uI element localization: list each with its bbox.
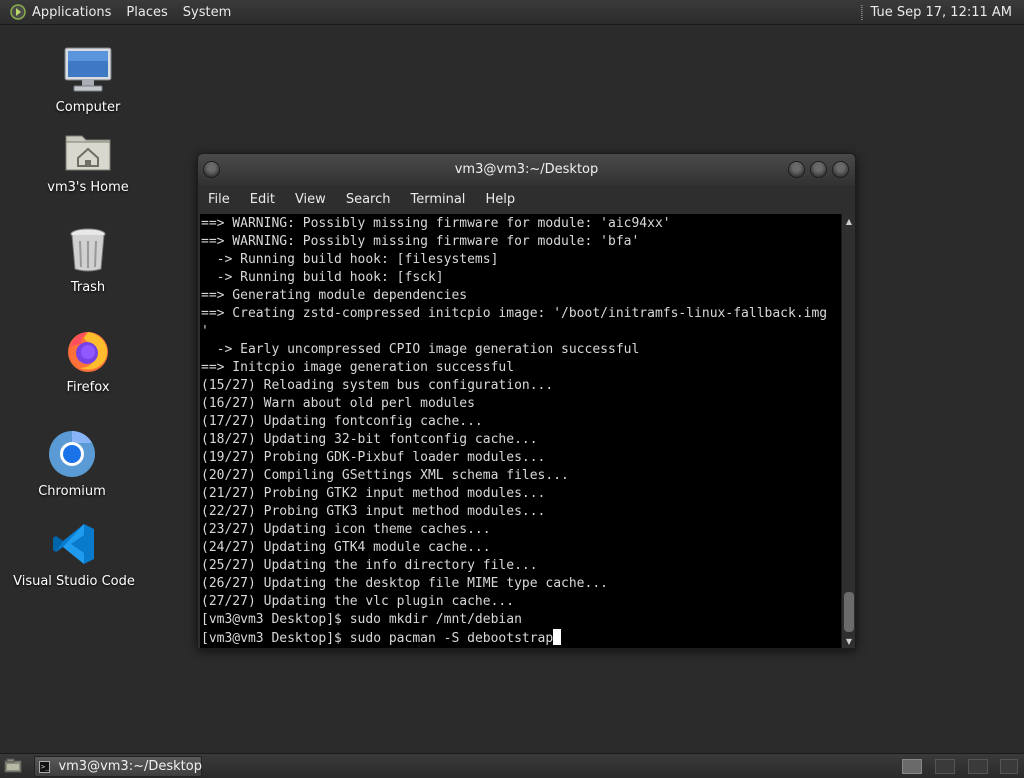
terminal-line: (21/27) Probing GTK2 input method module…	[201, 486, 546, 501]
scroll-up-arrow-icon[interactable]: ▲	[842, 214, 856, 228]
terminal-line: (24/27) Updating GTK4 module cache...	[201, 540, 491, 555]
terminal-line: [vm3@vm3 Desktop]$ sudo mkdir /mnt/debia…	[201, 612, 522, 627]
terminal-line: (17/27) Updating fontconfig cache...	[201, 414, 483, 429]
home-folder-icon	[18, 122, 158, 178]
terminal-line: (16/27) Warn about old perl modules	[201, 396, 475, 411]
menu-help[interactable]: Help	[485, 192, 515, 207]
scrollbar-thumb[interactable]	[844, 592, 854, 632]
panel-separator	[860, 4, 863, 20]
taskbar-button-label: vm3@vm3:~/Desktop	[58, 759, 202, 774]
clock[interactable]: Tue Sep 17, 12:11 AM	[871, 5, 1012, 20]
terminal-line: -> Running build hook: [fsck]	[201, 270, 444, 285]
desktop-icon-label: Visual Studio Code	[13, 574, 135, 589]
terminal-output[interactable]: ==> WARNING: Possibly missing firmware f…	[200, 214, 841, 648]
window-title: vm3@vm3:~/Desktop	[454, 162, 599, 177]
applications-menu[interactable]: Applications	[32, 5, 111, 20]
workspace-2[interactable]	[935, 759, 955, 774]
terminal-line: (27/27) Updating the vlc plugin cache...	[201, 594, 515, 609]
window-menubar: File Edit View Search Terminal Help	[198, 185, 855, 213]
scroll-down-arrow-icon[interactable]: ▼	[842, 634, 856, 648]
maximize-button[interactable]	[810, 161, 827, 178]
desktop-icon-firefox[interactable]: Firefox	[18, 322, 158, 395]
places-menu[interactable]: Places	[126, 5, 167, 20]
workspace-4[interactable]	[1000, 759, 1018, 774]
taskbar-terminal-button[interactable]: >_ vm3@vm3:~/Desktop	[34, 756, 202, 777]
terminal-line: ==> WARNING: Possibly missing firmware f…	[201, 216, 671, 231]
close-button[interactable]	[832, 161, 849, 178]
terminal-scrollbar[interactable]: ▲ ▼	[841, 214, 855, 648]
minimize-button[interactable]	[788, 161, 805, 178]
terminal-area[interactable]: ==> WARNING: Possibly missing firmware f…	[200, 214, 855, 648]
menu-file[interactable]: File	[208, 192, 230, 207]
desktop-icon-label: vm3's Home	[47, 180, 129, 195]
bottom-panel: >_ vm3@vm3:~/Desktop	[0, 753, 1024, 778]
menu-search[interactable]: Search	[346, 192, 391, 207]
desktop-icon-label: Firefox	[66, 380, 110, 395]
desktop-icon-vscode[interactable]: Visual Studio Code	[4, 516, 144, 589]
chromium-icon	[2, 426, 142, 482]
terminal-icon: >_	[39, 760, 51, 773]
trash-icon	[18, 222, 158, 278]
desktop-icon-label: Trash	[70, 280, 106, 295]
terminal-line: (20/27) Compiling GSettings XML schema f…	[201, 468, 569, 483]
menu-terminal[interactable]: Terminal	[410, 192, 465, 207]
menu-view[interactable]: View	[295, 192, 326, 207]
terminal-line: ==> WARNING: Possibly missing firmware f…	[201, 234, 640, 249]
shell-prompt: [vm3@vm3 Desktop]$	[201, 631, 350, 646]
terminal-window: vm3@vm3:~/Desktop File Edit View Search …	[197, 153, 856, 649]
window-menu-button[interactable]	[203, 161, 220, 178]
terminal-line: ==> Creating zstd-compressed initcpio im…	[201, 306, 828, 321]
terminal-line: ==> Generating module dependencies	[201, 288, 468, 303]
desktop-icon-label: Chromium	[38, 484, 106, 499]
terminal-line: (15/27) Reloading system bus configurati…	[201, 378, 554, 393]
menu-edit[interactable]: Edit	[250, 192, 275, 207]
terminal-line: '	[201, 324, 209, 339]
terminal-prompt-line[interactable]: [vm3@vm3 Desktop]$ sudo pacman -S deboot…	[201, 629, 841, 648]
text-cursor	[553, 629, 562, 645]
workspace-1[interactable]	[902, 759, 922, 774]
terminal-line: (22/27) Probing GTK3 input method module…	[201, 504, 546, 519]
window-titlebar[interactable]: vm3@vm3:~/Desktop	[198, 154, 855, 185]
desktop-icon-chromium[interactable]: Chromium	[2, 426, 142, 499]
command-input[interactable]: sudo pacman -S debootstrap	[350, 631, 554, 646]
vscode-icon	[4, 516, 144, 572]
desktop-icon-computer[interactable]: Computer	[18, 42, 158, 115]
terminal-line: ==> Initcpio image generation successful	[201, 360, 515, 375]
terminal-line: (18/27) Updating 32-bit fontconfig cache…	[201, 432, 538, 447]
firefox-icon	[18, 322, 158, 378]
terminal-line: (26/27) Updating the desktop file MIME t…	[201, 576, 608, 591]
computer-icon	[18, 42, 158, 98]
terminal-line: (19/27) Probing GDK-Pixbuf loader module…	[201, 450, 546, 465]
desktop-icon-home[interactable]: vm3's Home	[18, 122, 158, 195]
terminal-line: -> Running build hook: [filesystems]	[201, 252, 499, 267]
show-desktop-icon[interactable]	[4, 758, 22, 774]
system-menu[interactable]: System	[183, 5, 231, 20]
panel-right-area: Tue Sep 17, 12:11 AM	[860, 4, 1012, 20]
terminal-line: (25/27) Updating the info directory file…	[201, 558, 538, 573]
top-panel: Applications Places System Tue Sep 17, 1…	[0, 0, 1024, 25]
desktop-icon-label: Computer	[55, 100, 121, 115]
workspace-3[interactable]	[968, 759, 988, 774]
terminal-line: -> Early uncompressed CPIO image generat…	[201, 342, 640, 357]
gnome-foot-icon[interactable]	[10, 4, 26, 20]
terminal-line: (23/27) Updating icon theme caches...	[201, 522, 491, 537]
desktop-icon-trash[interactable]: Trash	[18, 222, 158, 295]
